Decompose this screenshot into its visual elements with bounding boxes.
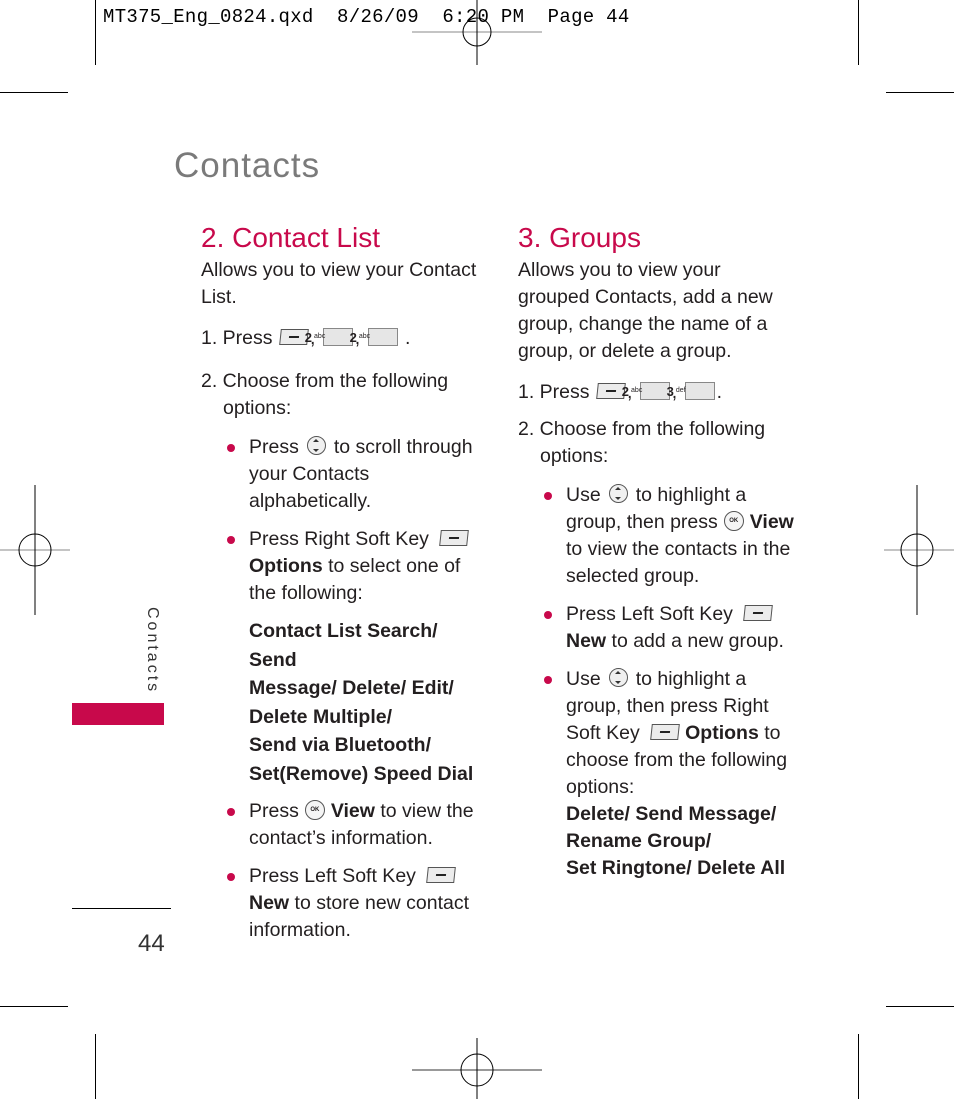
step-1-text: 1. Press xyxy=(518,381,590,403)
crop-mark xyxy=(95,1034,96,1099)
list-item: Press Right Soft Key Options to select o… xyxy=(225,526,486,788)
option-line: Delete Multiple/ xyxy=(249,705,393,728)
nav-key-icon xyxy=(306,436,326,456)
page-title: Contacts xyxy=(174,146,321,185)
item-keyword: New xyxy=(566,630,607,652)
list-item: Use to highlight a group, then press Righ… xyxy=(542,666,803,882)
key-letters: abc xyxy=(631,386,643,394)
option-line: Message/ Delete/ Edit/ xyxy=(249,677,454,699)
registration-mark-right xyxy=(884,485,954,615)
step-2: 2. Choose from the following options: xyxy=(201,370,449,419)
option-line: Rename Group/ xyxy=(566,830,712,852)
list-item: Press Left Soft Key New to add a new gro… xyxy=(542,601,803,655)
item-text: Press Left Soft Key xyxy=(566,603,733,625)
key-3-icon: 3 def xyxy=(667,381,715,400)
bullet-icon xyxy=(544,676,552,684)
option-line: Contact List Search/ Send xyxy=(249,620,438,671)
section-heading: 3. Groups xyxy=(518,222,641,253)
right-soft-key-icon xyxy=(650,723,680,740)
options-list: Delete/ Send Message/ Rename Group/ Set … xyxy=(566,801,803,882)
bullet-icon xyxy=(227,444,235,452)
item-text: to view the contacts in the selected gro… xyxy=(566,538,791,587)
item-keyword: Options xyxy=(685,722,759,744)
key-2-icon: 2 abc xyxy=(350,327,398,346)
side-tab-label: Contacts xyxy=(144,607,161,695)
print-slug: MT375_Eng_0824.qxd 8/26/09 6:20 PM Page … xyxy=(103,6,630,28)
option-line: Send via Bluetooth/ xyxy=(249,734,432,756)
item-text: to add a new group. xyxy=(606,630,784,652)
item-text: Press Left Soft Key xyxy=(249,865,416,887)
item-keyword: View xyxy=(749,511,794,533)
list-item: Press to scroll through your Contacts alp… xyxy=(225,434,486,515)
section-intro: Allows you to view your Contact List. xyxy=(201,259,477,308)
side-tab-marker xyxy=(72,703,164,725)
section-intro: Allows you to view your grouped Contacts… xyxy=(518,259,773,362)
registration-mark-left xyxy=(0,485,70,615)
crop-mark xyxy=(858,1034,859,1099)
item-text: Use xyxy=(566,668,601,690)
item-keyword: New xyxy=(249,892,290,914)
crop-mark xyxy=(95,0,96,65)
ok-key-icon: OK xyxy=(304,799,325,820)
page-number: 44 xyxy=(138,930,165,957)
key-letters: abc xyxy=(314,332,326,340)
key-digit: 2 xyxy=(621,383,630,399)
bullet-icon xyxy=(544,611,552,619)
bullet-icon xyxy=(227,808,235,816)
list-item: Press OK View to view the contact’s inform… xyxy=(225,798,486,852)
step-1: 1. Press , 2abc, 3def. xyxy=(518,381,723,403)
key-2-icon: 2 abc xyxy=(622,381,670,400)
option-line: Delete/ Send Message/ xyxy=(566,803,777,825)
item-text: Press xyxy=(249,800,299,822)
item-text: Press xyxy=(249,436,299,458)
registration-mark-bottom xyxy=(412,1038,542,1099)
step-1-text: 1. Press xyxy=(201,327,273,349)
crop-mark xyxy=(858,0,859,65)
list-item: Press Left Soft Key New to store new con… xyxy=(225,863,486,944)
section-contact-list: 2. Contact List Allows you to view your … xyxy=(201,224,486,944)
nav-key-icon xyxy=(608,668,628,688)
list-item: Use to highlight a group, then press OK Vie… xyxy=(542,482,803,590)
item-text: Press Right Soft Key xyxy=(249,528,429,550)
registration-mark-top xyxy=(412,0,542,65)
option-list: Press to scroll through your Contacts alp… xyxy=(225,434,486,944)
option-list: Use to highlight a group, then press OK Vie… xyxy=(542,482,803,882)
crop-mark xyxy=(886,1006,954,1007)
crop-mark xyxy=(886,92,954,93)
crop-mark xyxy=(0,1006,68,1007)
options-list: Contact List Search/ Send Message/ Delet… xyxy=(249,617,486,788)
bullet-icon xyxy=(227,873,235,881)
key-letters: abc xyxy=(358,332,371,340)
key-2-icon: 2 abc xyxy=(305,327,353,346)
section-groups: 3. Groups Allows you to view your groupe… xyxy=(518,224,803,882)
right-soft-key-icon xyxy=(439,529,470,546)
key-letters: def xyxy=(675,386,686,394)
section-heading: 2. Contact List xyxy=(201,222,380,253)
bullet-icon xyxy=(227,536,235,544)
item-text: Use xyxy=(566,484,601,506)
bullet-icon xyxy=(544,492,552,500)
left-soft-key-icon xyxy=(743,604,774,621)
left-soft-key-icon xyxy=(426,866,457,883)
key-digit: 3 xyxy=(666,383,674,399)
step-1: 1. Press , 2abc, 2abc . xyxy=(201,327,411,349)
footer-rule xyxy=(72,908,171,909)
step-2: 2. Choose from the following options: xyxy=(518,418,766,467)
ok-key-icon: OK xyxy=(723,510,744,531)
crop-mark xyxy=(0,92,68,93)
nav-key-icon xyxy=(608,484,628,504)
option-line: Set Ringtone/ Delete All xyxy=(566,857,786,879)
item-keyword: Options xyxy=(249,555,323,577)
item-keyword: View xyxy=(330,800,375,822)
option-line: Set(Remove) Speed Dial xyxy=(249,762,474,785)
key-digit: 2 xyxy=(349,329,357,345)
key-digit: 2 xyxy=(304,329,313,345)
